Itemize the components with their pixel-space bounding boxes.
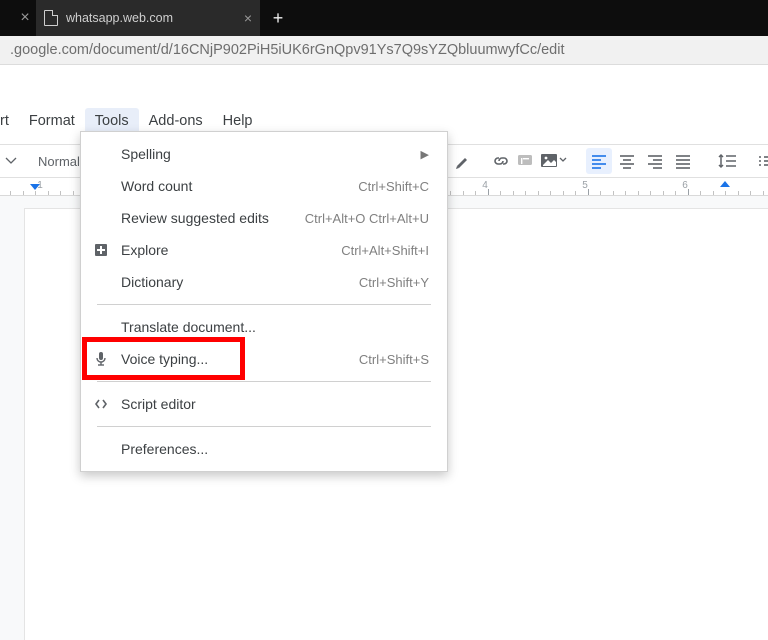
- tools-item-preferences[interactable]: Preferences...: [81, 433, 447, 465]
- comment-icon[interactable]: [516, 150, 534, 172]
- menu-separator: [97, 381, 431, 382]
- tools-item-voice-typing[interactable]: Voice typing... Ctrl+Shift+S: [81, 343, 447, 375]
- menu-shortcut: Ctrl+Shift+S: [359, 352, 429, 367]
- ruler-number: 6: [682, 180, 688, 191]
- tools-item-translate[interactable]: Translate document...: [81, 311, 447, 343]
- tools-item-dictionary[interactable]: Dictionary Ctrl+Shift+Y: [81, 266, 447, 298]
- menu-item-label: Explore: [121, 242, 331, 258]
- menu-item-label: Review suggested edits: [121, 210, 295, 226]
- menu-item-label: Word count: [121, 178, 348, 194]
- tools-item-spelling[interactable]: Spelling ▶: [81, 138, 447, 170]
- menu-tools[interactable]: Tools: [85, 108, 139, 134]
- highlighter-icon[interactable]: [454, 150, 472, 172]
- chevron-right-icon: ▶: [421, 148, 429, 161]
- text-align-group: [586, 148, 696, 174]
- ruler-number: 4: [482, 180, 488, 191]
- list-icon[interactable]: [758, 150, 768, 172]
- menu-item-label: Spelling: [121, 146, 411, 162]
- menu-item-label: Voice typing...: [121, 351, 349, 367]
- browser-tab-title: whatsapp.web.com: [66, 11, 236, 25]
- image-icon[interactable]: [540, 150, 566, 172]
- page-icon: [44, 10, 58, 26]
- menu-insert-partial[interactable]: rt: [0, 108, 19, 134]
- menu-addons[interactable]: Add-ons: [139, 108, 213, 134]
- tools-item-script-editor[interactable]: Script editor: [81, 388, 447, 420]
- address-bar[interactable]: .google.com/document/d/16CNjP902PiH5iUK6…: [0, 36, 768, 65]
- menu-format[interactable]: Format: [19, 108, 85, 134]
- menu-item-label: Script editor: [121, 396, 429, 412]
- ruler-number: 5: [582, 180, 588, 191]
- align-center-button[interactable]: [614, 148, 640, 174]
- menu-item-label: Dictionary: [121, 274, 349, 290]
- tools-item-review-edits[interactable]: Review suggested edits Ctrl+Alt+O Ctrl+A…: [81, 202, 447, 234]
- menu-separator: [97, 426, 431, 427]
- mic-icon: [91, 351, 111, 367]
- menu-item-label: Translate document...: [121, 319, 429, 335]
- tools-item-word-count[interactable]: Word count Ctrl+Shift+C: [81, 170, 447, 202]
- tools-dropdown: Spelling ▶ Word count Ctrl+Shift+C Revie…: [80, 131, 448, 472]
- prev-tab-close-icon[interactable]: ×: [14, 0, 36, 36]
- tools-item-explore[interactable]: Explore Ctrl+Alt+Shift+I: [81, 234, 447, 266]
- close-tab-icon[interactable]: ×: [244, 10, 252, 26]
- menu-shortcut: Ctrl+Alt+O Ctrl+Alt+U: [305, 211, 429, 226]
- browser-tab[interactable]: whatsapp.web.com ×: [36, 0, 260, 36]
- chevron-down-icon[interactable]: [6, 150, 16, 172]
- menu-separator: [97, 304, 431, 305]
- align-right-button[interactable]: [642, 148, 668, 174]
- align-left-button[interactable]: [586, 148, 612, 174]
- browser-tab-strip: × whatsapp.web.com × +: [0, 0, 768, 36]
- menu-shortcut: Ctrl+Shift+C: [358, 179, 429, 194]
- explore-icon: [91, 243, 111, 257]
- right-indent-marker[interactable]: [720, 181, 730, 187]
- link-icon[interactable]: [492, 150, 510, 172]
- menu-shortcut: Ctrl+Shift+Y: [359, 275, 429, 290]
- new-tab-button[interactable]: +: [260, 0, 296, 36]
- paragraph-style-select[interactable]: Normal: [36, 154, 82, 169]
- align-justify-button[interactable]: [670, 148, 696, 174]
- line-spacing-icon[interactable]: [716, 150, 738, 172]
- left-indent-marker[interactable]: [30, 184, 40, 190]
- script-icon: [91, 398, 111, 410]
- menu-item-label: Preferences...: [121, 441, 429, 457]
- menu-help[interactable]: Help: [213, 108, 263, 134]
- menu-shortcut: Ctrl+Alt+Shift+I: [341, 243, 429, 258]
